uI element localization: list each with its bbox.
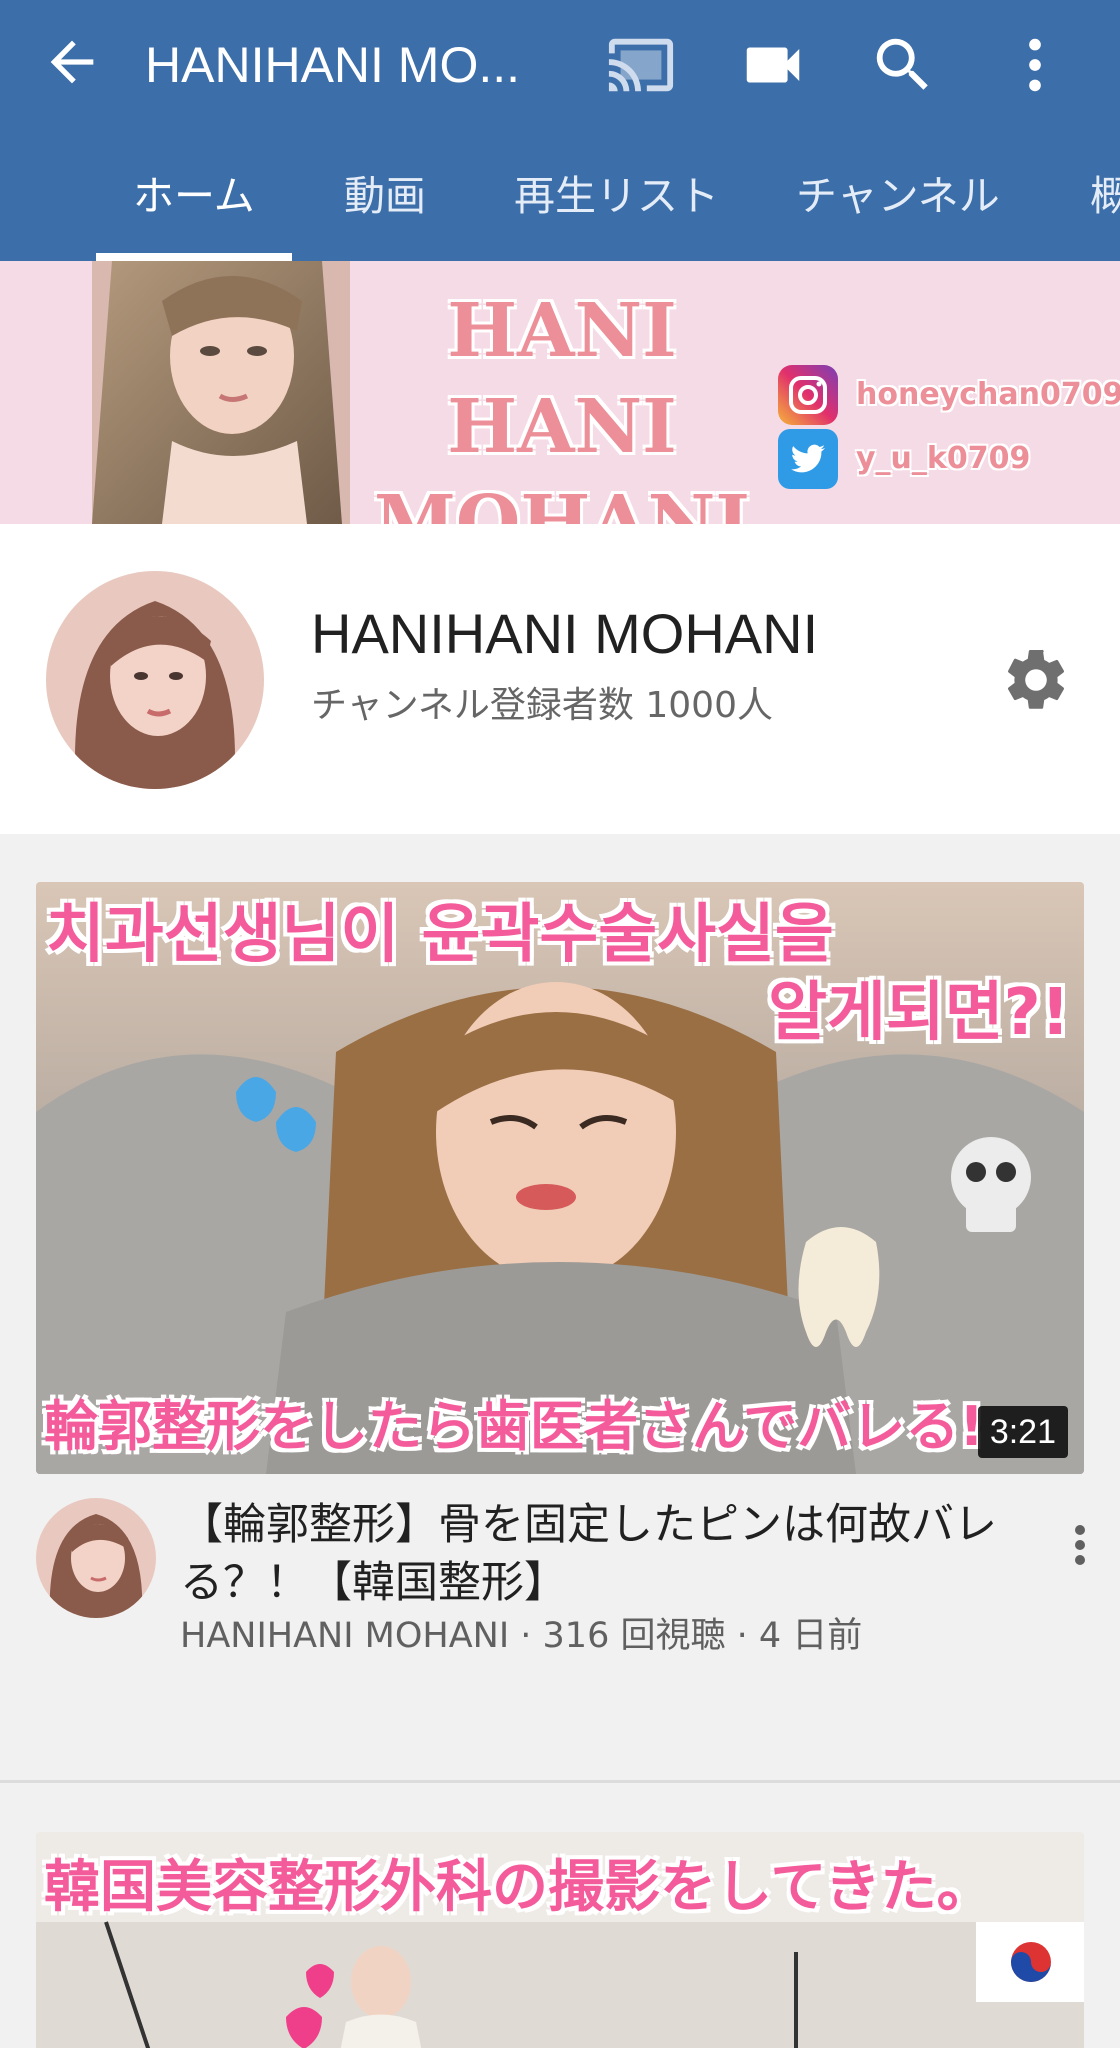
video-thumbnail[interactable]: 韓国美容整形外科の撮影をしてきた。 [36,1832,1084,2048]
video-metadata: HANIHANI MOHANI · 316 回視聴 · 4 日前 [180,1616,863,1656]
cast-icon[interactable] [606,30,676,100]
subscriber-count: チャンネル登録者数 1000人 [311,685,773,726]
divider [0,1780,1120,1783]
video-duration: 3:21 [977,1406,1068,1458]
channel-header: HANIHANI MOHANI チャンネル登録者数 1000人 [0,524,1120,834]
instagram-row: honeychan0709 [778,365,1120,425]
video-camera-icon[interactable] [738,30,808,100]
twitter-handle: y_u_k0709 [856,441,1031,476]
app-bar: HANIHANI MO... ホーム 動画 再生リスト チャンネル 概 [0,0,1120,261]
channel-title: HANIHANI MO... [145,37,521,93]
channel-tabs: ホーム 動画 再生リスト チャンネル 概 [0,150,1120,261]
thumbnail-headline: 韓国美容整形外科の撮影をしてきた。 [44,1855,993,1920]
tab-videos[interactable]: 動画 [344,166,426,226]
back-arrow-icon[interactable] [40,30,104,94]
video-title[interactable]: 【輪郭整形】骨を固定したピンは何故バレる？！【韓国整形】 [180,1496,1020,1612]
channel-name: HANIHANI MOHANI [311,602,819,665]
twitter-row: y_u_k0709 [778,429,1118,489]
thumbnail-headline-line2: 알게되면?! [768,976,1070,1050]
thumbnail-headline: 치과선생님이 윤곽수술사실을 알게되면?! [36,882,1084,1052]
search-icon[interactable] [868,30,938,100]
tab-home[interactable]: ホーム [133,166,255,226]
instagram-handle: honeychan0709 [856,377,1120,412]
more-vertical-icon[interactable] [1060,1510,1100,1580]
selected-tab-indicator [96,253,292,261]
thumbnail-caption-bottom: 輪郭整形をしたら歯医者さんでバレる! [44,1395,984,1458]
banner-social-links: honeychan0709 y_u_k0709 [778,365,1120,493]
avatar[interactable] [36,1498,156,1618]
banner-photo [92,261,350,524]
tab-about[interactable]: 概 [1090,166,1120,226]
banner-title: HANI HANI MOHANI [352,283,772,524]
top-row: HANIHANI MO... [0,0,1120,130]
tab-channels[interactable]: チャンネル [796,166,1000,226]
video-card[interactable]: 韓国美容整形外科の撮影をしてきた。 [0,1832,1120,2048]
instagram-icon [778,365,838,425]
more-vertical-icon[interactable] [1000,30,1070,100]
channel-banner: HANI HANI MOHANI honeychan0709 y_u_k0709 [0,261,1120,524]
gear-icon[interactable] [1000,644,1072,716]
tab-playlists[interactable]: 再生リスト [514,166,719,226]
thumbnail-headline-line1: 치과선생님이 윤곽수술사실을 [46,898,834,972]
banner-title-line1: HANI HANI [447,288,677,470]
avatar[interactable] [46,571,264,789]
video-thumbnail[interactable]: 치과선생님이 윤곽수술사실을 알게되면?! 輪郭整形をしたら歯医者さんでバレる!… [36,882,1084,1474]
twitter-icon [778,429,838,489]
video-card[interactable]: 치과선생님이 윤곽수술사실을 알게되면?! 輪郭整形をしたら歯医者さんでバレる!… [0,882,1120,1682]
banner-title-line2: MOHANI [374,480,750,524]
